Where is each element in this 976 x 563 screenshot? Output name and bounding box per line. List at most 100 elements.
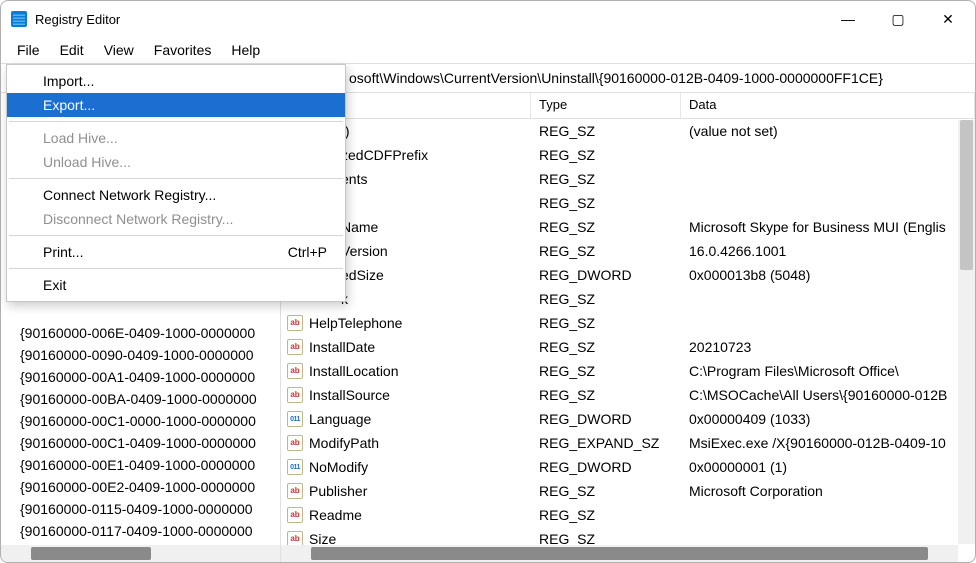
scrollbar-thumb[interactable] xyxy=(311,547,928,560)
tree-item-label: {90160000-00BA-0409-1000-0000000 xyxy=(20,391,257,407)
col-type[interactable]: Type xyxy=(531,93,681,118)
value-row[interactable]: InstallLocationREG_SZC:\Program Files\Mi… xyxy=(281,359,975,383)
value-name: InstallDate xyxy=(309,339,375,355)
value-type: REG_SZ xyxy=(531,339,681,355)
value-type: REG_SZ xyxy=(531,291,681,307)
menu-view[interactable]: View xyxy=(94,39,144,61)
string-value-icon xyxy=(287,507,303,523)
string-value-icon xyxy=(287,315,303,331)
value-row[interactable]: InstallSourceREG_SZC:\MSOCache\All Users… xyxy=(281,383,975,407)
value-row[interactable]: tREG_SZ xyxy=(281,191,975,215)
values-pane[interactable]: Name Type Data t)REG_SZ(value not set)ze… xyxy=(281,93,975,562)
titlebar[interactable]: Registry Editor — ▢ ✕ xyxy=(1,1,975,37)
string-value-icon xyxy=(287,339,303,355)
value-name: HelpTelephone xyxy=(309,315,402,331)
col-data[interactable]: Data xyxy=(681,93,975,118)
tree-item-label: {90160000-00A1-0409-1000-0000000 xyxy=(20,369,255,385)
tree-item[interactable]: {90160000-00A1-0409-1000-0000000 xyxy=(1,366,280,388)
address-text: osoft\Windows\CurrentVersion\Uninstall\{… xyxy=(349,70,883,86)
values-header[interactable]: Name Type Data xyxy=(281,93,975,119)
minimize-button[interactable]: — xyxy=(825,3,871,35)
tree-item[interactable]: {90160000-00C1-0409-1000-0000000 xyxy=(1,432,280,454)
values-h-scrollbar[interactable] xyxy=(281,545,958,562)
value-name: Readme xyxy=(309,507,362,523)
tree-item[interactable]: {90160000-00BA-0409-1000-0000000 xyxy=(1,388,280,410)
value-row[interactable]: ModifyPathREG_EXPAND_SZMsiExec.exe /X{90… xyxy=(281,431,975,455)
value-name: ModifyPath xyxy=(309,435,379,451)
menu-item-disconnect-network-registry: Disconnect Network Registry... xyxy=(7,207,345,231)
menu-item-import[interactable]: Import... xyxy=(7,69,345,93)
value-name: Publisher xyxy=(309,483,367,499)
value-data: 20210723 xyxy=(681,339,975,355)
tree-item[interactable]: {90160000-006E-0409-1000-0000000 xyxy=(1,322,280,344)
value-row[interactable]: entsREG_SZ xyxy=(281,167,975,191)
menu-item-label: Print... xyxy=(43,244,83,260)
app-icon xyxy=(11,11,27,27)
binary-value-icon xyxy=(287,459,303,475)
value-data: Microsoft Skype for Business MUI (Englis xyxy=(681,219,975,235)
value-type: REG_SZ xyxy=(531,171,681,187)
menu-favorites[interactable]: Favorites xyxy=(144,39,222,61)
tree-h-scrollbar[interactable] xyxy=(1,545,280,562)
value-row[interactable]: VersionREG_SZ16.0.4266.1001 xyxy=(281,239,975,263)
value-type: REG_SZ xyxy=(531,483,681,499)
value-name: Name xyxy=(341,219,378,235)
value-name: InstallLocation xyxy=(309,363,399,379)
menu-item-label: Disconnect Network Registry... xyxy=(43,211,233,227)
menu-file[interactable]: File xyxy=(7,39,50,61)
value-row[interactable]: PublisherREG_SZMicrosoft Corporation xyxy=(281,479,975,503)
menu-item-label: Import... xyxy=(43,73,94,89)
tree-item[interactable]: {90160000-0117-0409-1000-0000000 xyxy=(1,520,280,542)
menu-item-load-hive: Load Hive... xyxy=(7,126,345,150)
value-name: InstallSource xyxy=(309,387,390,403)
value-row[interactable]: Name REG_SZMicrosoft Skype for Business M… xyxy=(281,215,975,239)
value-type: REG_SZ xyxy=(531,123,681,139)
values-body: t)REG_SZ(value not set) zedCDFPrefix REG_S… xyxy=(281,119,975,562)
value-type: REG_SZ xyxy=(531,219,681,235)
tree-item[interactable]: {90160000-00C1-0000-1000-0000000 xyxy=(1,410,280,432)
value-name: zedCDFPrefix xyxy=(341,147,428,163)
menu-separator xyxy=(9,121,343,122)
value-row[interactable]: Readme REG_SZ xyxy=(281,503,975,527)
menu-item-print[interactable]: Print...Ctrl+P xyxy=(7,240,345,264)
tree-item-label: {90160000-006E-0409-1000-0000000 xyxy=(20,325,255,341)
value-type: REG_SZ xyxy=(531,147,681,163)
value-name: edSize xyxy=(341,267,384,283)
tree-item[interactable]: {90160000-00E1-0409-1000-0000000 xyxy=(1,454,280,476)
value-row[interactable]: LanguageREG_DWORD0x00000409 (1033) xyxy=(281,407,975,431)
values-v-scrollbar[interactable] xyxy=(958,120,975,544)
binary-value-icon xyxy=(287,411,303,427)
restore-button[interactable]: ▢ xyxy=(875,3,921,35)
menu-item-export[interactable]: Export... xyxy=(7,93,345,117)
tree-item[interactable]: {90160000-00E2-0409-1000-0000000 xyxy=(1,476,280,498)
menu-item-exit[interactable]: Exit xyxy=(7,273,345,297)
value-name: Language xyxy=(309,411,371,427)
value-row[interactable]: NoModifyREG_DWORD0x00000001 (1) xyxy=(281,455,975,479)
menu-separator xyxy=(9,268,343,269)
tree-item[interactable]: {90160000-0090-0409-1000-0000000 xyxy=(1,344,280,366)
tree-item-label: {90160000-0117-0409-1000-0000000 xyxy=(20,523,253,539)
value-row[interactable]: zedCDFPrefix REG_SZ xyxy=(281,143,975,167)
scrollbar-thumb[interactable] xyxy=(31,547,151,560)
value-row[interactable]: InstallDate REG_SZ20210723 xyxy=(281,335,975,359)
value-data: C:\MSOCache\All Users\{90160000-012B xyxy=(681,387,975,403)
string-value-icon xyxy=(287,363,303,379)
tree-item[interactable]: {90160000-0115-0409-1000-0000000 xyxy=(1,498,280,520)
value-name: NoModify xyxy=(309,459,368,475)
value-type: REG_DWORD xyxy=(531,459,681,475)
tree-item-label: {90160000-00C1-0409-1000-0000000 xyxy=(20,435,256,451)
value-type: REG_SZ xyxy=(531,507,681,523)
menu-item-unload-hive: Unload Hive... xyxy=(7,150,345,174)
menu-help[interactable]: Help xyxy=(221,39,270,61)
menu-item-connect-network-registry[interactable]: Connect Network Registry... xyxy=(7,183,345,207)
scrollbar-thumb[interactable] xyxy=(960,120,973,270)
value-row[interactable]: kREG_SZ xyxy=(281,287,975,311)
string-value-icon xyxy=(287,435,303,451)
menu-edit[interactable]: Edit xyxy=(50,39,94,61)
close-button[interactable]: ✕ xyxy=(925,3,971,35)
tree-item-label: {90160000-0090-0409-1000-0000000 xyxy=(20,347,254,363)
value-row[interactable]: t)REG_SZ(value not set) xyxy=(281,119,975,143)
value-row[interactable]: edSizeREG_DWORD0x000013b8 (5048) xyxy=(281,263,975,287)
value-type: REG_SZ xyxy=(531,243,681,259)
value-row[interactable]: HelpTelephoneREG_SZ xyxy=(281,311,975,335)
